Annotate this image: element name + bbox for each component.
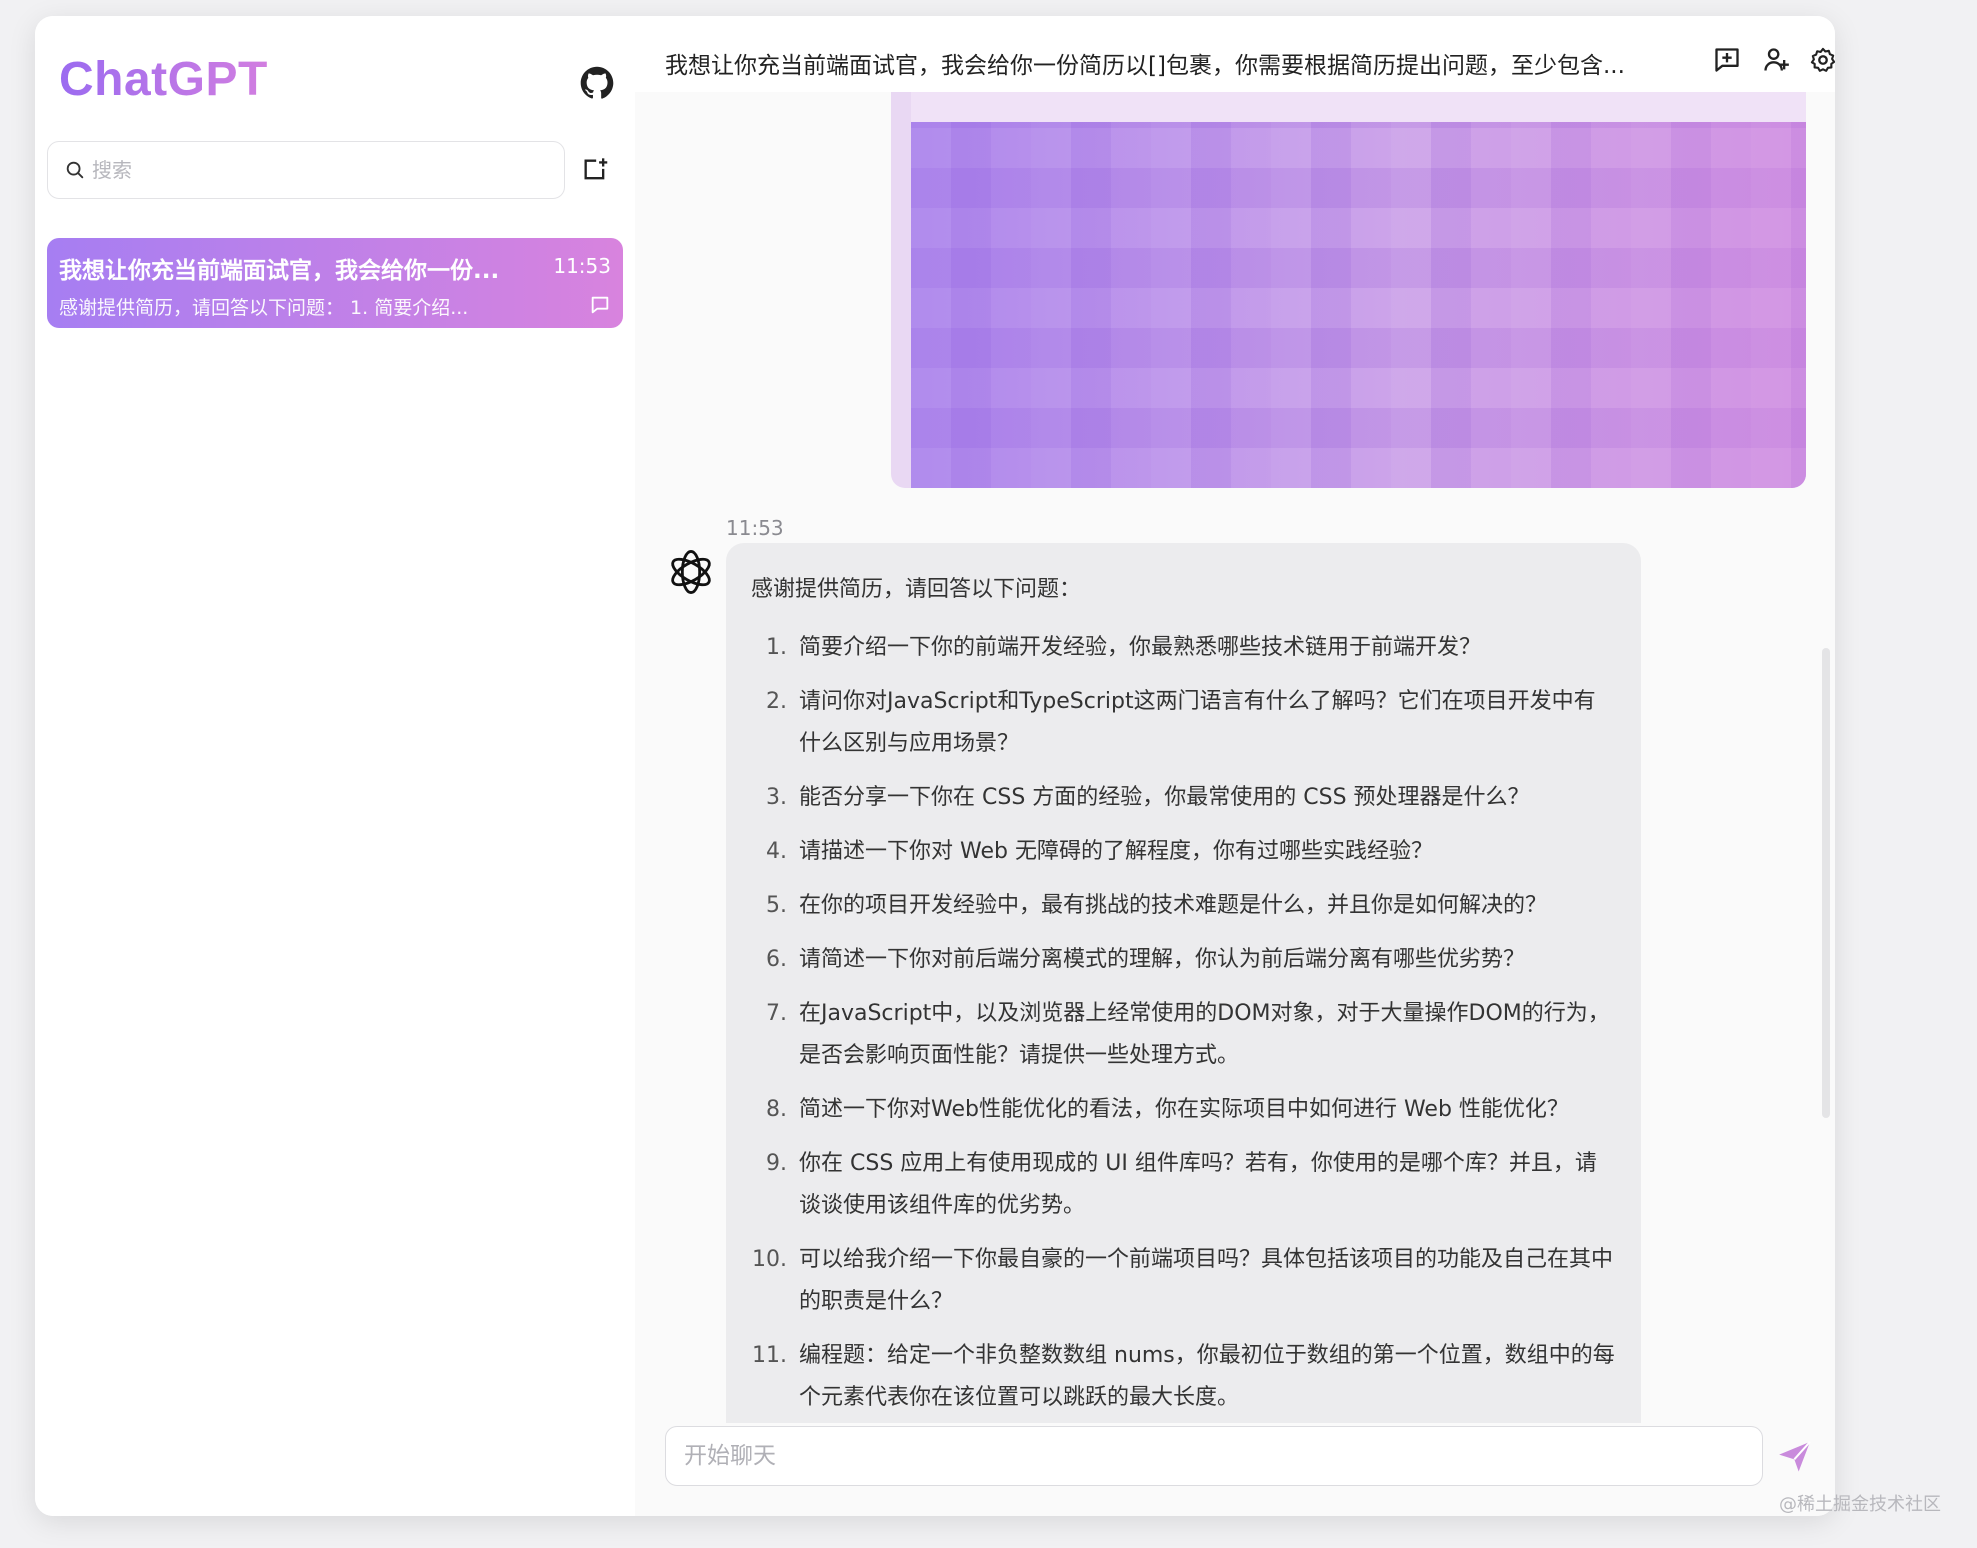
message-plus-icon [1715, 48, 1739, 72]
conversation-preview: 感谢提供简历，请回答以下问题： 1. 简要介绍... [59, 297, 469, 319]
user-plus-icon [1764, 48, 1789, 71]
app-window: ChatGPT 我想让你充当前端面试官，我会给你一份... 11:53 感谢提供… [35, 16, 1835, 1516]
pixelated-resume-image [911, 122, 1806, 488]
list-item: 11. 编程题：给定一个非负整数数组 nums，你最初位于数组的第一个位置，数组中… [751, 1335, 1615, 1419]
chat-scrollbar[interactable] [1822, 648, 1830, 1118]
chat-title: 我想让你充当前端面试官，我会给你一份简历以[]包裹，你需要根据简历提出问题，至少… [665, 53, 1625, 79]
list-text: 在你的项目开发经验中，最有挑战的技术难题是什么，并且你是如何解决的？ [799, 893, 1548, 918]
image-top-strip [911, 92, 1806, 122]
list-number: 10. [752, 1247, 787, 1272]
list-number: 1. [766, 635, 787, 660]
message-time: 11:53 [726, 516, 784, 540]
chat-input-box [665, 1426, 1763, 1486]
list-item: 1. 简要介绍一下你的前端开发经验，你最熟悉哪些技术链用于前端开发？ [751, 627, 1615, 669]
chat-header: 我想让你充当前端面试官，我会给你一份简历以[]包裹，你需要根据简历提出问题，至少… [635, 16, 1835, 92]
message-icon [591, 296, 609, 314]
list-text: 请描述一下你对 Web 无障碍的了解程度，你有过哪些实践经验？ [799, 839, 1433, 864]
list-number: 8. [766, 1097, 787, 1122]
chat-input[interactable] [682, 1442, 1746, 1470]
list-text: 可以给我介绍一下你最自豪的一个前端项目吗？具体包括该项目的功能及自己在其中的职责… [799, 1247, 1614, 1314]
conversation-item[interactable]: 我想让你充当前端面试官，我会给你一份... 11:53 感谢提供简历，请回答以下… [47, 238, 623, 328]
list-text: 请简述一下你对前后端分离模式的理解，你认为前后端分离有哪些优劣势？ [799, 947, 1526, 972]
list-item: 10. 可以给我介绍一下你最自豪的一个前端项目吗？具体包括该项目的功能及自己在其中… [751, 1239, 1615, 1323]
list-number: 9. [766, 1151, 787, 1176]
list-item: 8. 简述一下你对Web性能优化的看法，你在实际项目中如何进行 Web 性能优化？ [751, 1089, 1615, 1131]
watermark: @稀土掘金技术社区 [1779, 1494, 1941, 1515]
add-user-button[interactable] [1762, 46, 1790, 74]
assistant-message: 感谢提供简历，请回答以下问题： 1. 简要介绍一下你的前端开发经验，你最熟悉哪些技… [726, 543, 1641, 1423]
list-item: 9. 你在 CSS 应用上有使用现成的 UI 组件库吗？若有，你使用的是哪个库？并… [751, 1143, 1615, 1227]
list-number: 4. [766, 839, 787, 864]
new-chat-icon[interactable] [581, 156, 609, 184]
conversation-time: 11:53 [553, 254, 611, 278]
list-number: 2. [766, 689, 787, 714]
list-text: 简要介绍一下你的前端开发经验，你最熟悉哪些技术链用于前端开发？ [799, 635, 1482, 660]
list-text: 请问你对JavaScript和TypeScript这两门语言有什么了解吗？它们在… [799, 689, 1596, 756]
gear-icon [1810, 47, 1835, 72]
list-number: 7. [766, 1001, 787, 1026]
list-text: 在JavaScript中，以及浏览器上经常使用的DOM对象，对于大量操作DOM的… [799, 1001, 1610, 1068]
list-text: 能否分享一下你在 CSS 方面的经验，你最常使用的 CSS 预处理器是什么？ [799, 785, 1530, 810]
brand-logo: ChatGPT [59, 53, 268, 106]
sidebar: ChatGPT 我想让你充当前端面试官，我会给你一份... 11:53 感谢提供… [35, 16, 635, 1516]
list-item: 7. 在JavaScript中，以及浏览器上经常使用的DOM对象，对于大量操作DO… [751, 993, 1615, 1077]
github-icon[interactable] [580, 66, 614, 100]
prompt-button[interactable] [1713, 46, 1741, 74]
list-text: 简述一下你对Web性能优化的看法，你在实际项目中如何进行 Web 性能优化？ [799, 1097, 1569, 1122]
list-text: 你在 CSS 应用上有使用现成的 UI 组件库吗？若有，你使用的是哪个库？并且，… [799, 1151, 1597, 1218]
chat-main: 我想让你充当前端面试官，我会给你一份简历以[]包裹，你需要根据简历提出问题，至少… [635, 16, 1835, 1516]
question-list: 1. 简要介绍一下你的前端开发经验，你最熟悉哪些技术链用于前端开发？ 2. 请问你对… [751, 627, 1615, 1419]
list-item: 3. 能否分享一下你在 CSS 方面的经验，你最常使用的 CSS 预处理器是什么？ [751, 777, 1615, 819]
list-item: 5. 在你的项目开发经验中，最有挑战的技术难题是什么，并且你是如何解决的？ [751, 885, 1615, 927]
list-item: 4. 请描述一下你对 Web 无障碍的了解程度，你有过哪些实践经验？ [751, 831, 1615, 873]
send-icon[interactable] [1775, 1436, 1815, 1476]
list-number: 5. [766, 893, 787, 918]
search-icon [66, 161, 84, 179]
list-item: 6. 请简述一下你对前后端分离模式的理解，你认为前后端分离有哪些优劣势？ [751, 939, 1615, 981]
search-box [47, 141, 565, 199]
conversation-title: 我想让你充当前端面试官，我会给你一份... [59, 258, 500, 284]
list-item: 2. 请问你对JavaScript和TypeScript这两门语言有什么了解吗？它… [751, 681, 1615, 765]
list-number: 6. [766, 947, 787, 972]
list-number: 11. [752, 1343, 787, 1368]
settings-button[interactable] [1809, 46, 1835, 74]
list-number: 3. [766, 785, 787, 810]
user-message-image [891, 92, 1806, 488]
list-text: 编程题：给定一个非负整数数组 nums，你最初位于数组的第一个位置，数组中的每个… [799, 1343, 1615, 1410]
search-input[interactable] [90, 157, 534, 183]
message-intro: 感谢提供简历，请回答以下问题： [751, 577, 1082, 602]
openai-logo-icon [671, 550, 711, 594]
